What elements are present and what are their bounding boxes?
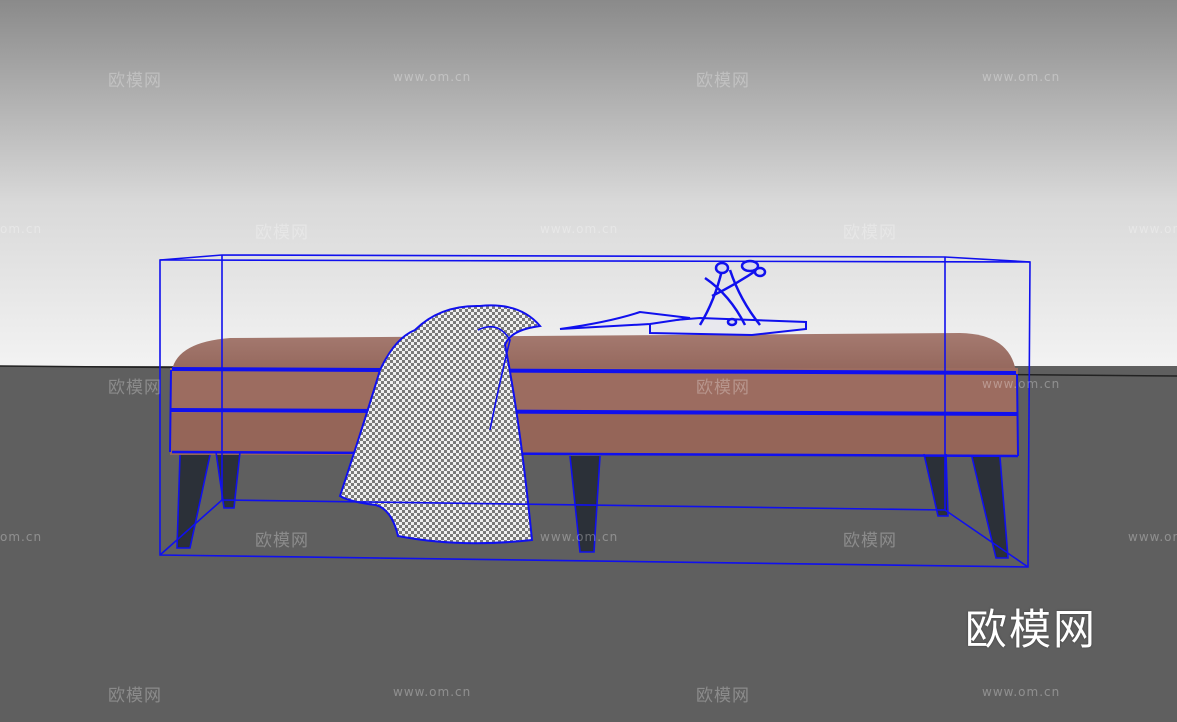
- watermark-url: www.om.cn: [393, 685, 472, 699]
- bench-seat-top: [172, 333, 1016, 372]
- watermark-url: www.om.cn: [540, 530, 619, 544]
- watermark-url: www.om.cn: [982, 70, 1061, 84]
- site-logo-text: 欧模网: [965, 605, 1098, 654]
- watermark-brand: 欧模网: [696, 71, 750, 91]
- watermark-brand: 欧模网: [843, 531, 897, 551]
- watermark-url: om.cn: [0, 530, 43, 544]
- bench-edge-left: [169, 369, 172, 453]
- bench-seat-upper-band: [170, 368, 1018, 413]
- watermark-brand: 欧模网: [108, 686, 162, 706]
- watermark-url: www.om.cn: [982, 377, 1061, 391]
- sky-background: [0, 0, 1177, 368]
- watermark-url: www.om.cn: [393, 70, 472, 84]
- watermark-brand: 欧模网: [696, 378, 750, 398]
- watermark-url: www.om.cn: [1128, 222, 1177, 236]
- watermark-brand: 欧模网: [108, 71, 162, 91]
- watermark-url: om.cn: [0, 222, 43, 236]
- watermark-url: www.om.cn: [1128, 530, 1177, 544]
- watermark-brand: 欧模网: [843, 223, 897, 243]
- watermark-brand: 欧模网: [255, 531, 309, 551]
- watermark-brand: 欧模网: [255, 223, 309, 243]
- bench-seat-lower-band: [170, 413, 1018, 455]
- watermark-brand: 欧模网: [108, 378, 162, 398]
- watermark-url: www.om.cn: [393, 377, 472, 391]
- watermark-url: www.om.cn: [540, 222, 619, 236]
- watermark-url: www.om.cn: [982, 685, 1061, 699]
- watermark-brand: 欧模网: [696, 686, 750, 706]
